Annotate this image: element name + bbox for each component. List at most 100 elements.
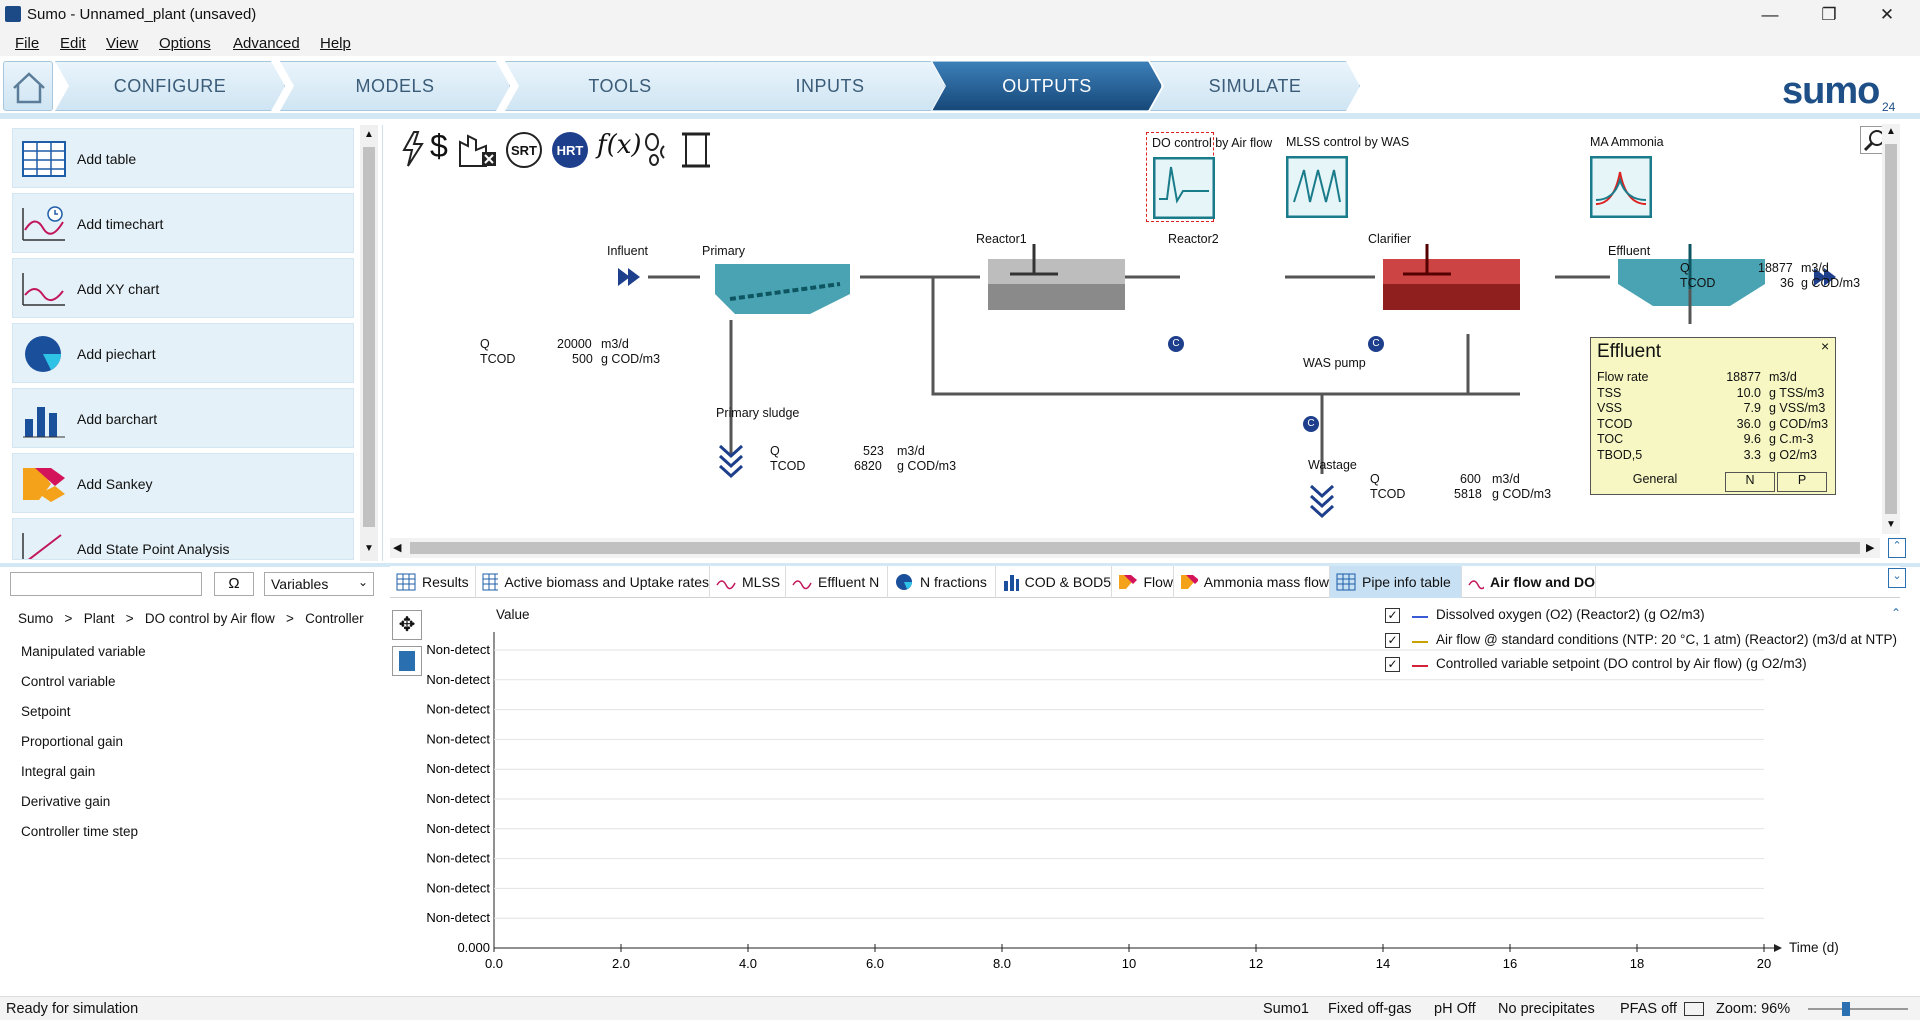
- x-tick-label: 4.0: [739, 956, 757, 971]
- add-sankey-button[interactable]: Add Sankey: [12, 453, 354, 513]
- tab-air-flow-and-do[interactable]: Air flow and DO: [1462, 566, 1596, 598]
- tab-inputs[interactable]: INPUTS: [715, 61, 945, 111]
- effluent-row-unit: g VSS/m3: [1769, 401, 1826, 415]
- effluent-tab-n[interactable]: N: [1725, 472, 1775, 492]
- collapse-up-button[interactable]: ⌃: [1888, 538, 1906, 558]
- menu-advanced[interactable]: Advanced: [233, 35, 300, 52]
- controller-badge[interactable]: C: [1303, 416, 1319, 432]
- variable-item[interactable]: Integral gain: [21, 764, 95, 779]
- collapse-down-button[interactable]: ⌄: [1888, 568, 1906, 588]
- variable-item[interactable]: Manipulated variable: [21, 644, 146, 659]
- scroll-down-arrow[interactable]: ▼: [364, 543, 374, 554]
- variable-item[interactable]: Proportional gain: [21, 734, 123, 749]
- clarifier-label[interactable]: Clarifier: [1368, 232, 1411, 246]
- search-input[interactable]: [10, 572, 202, 596]
- tab-mlss[interactable]: MLSS: [710, 566, 786, 598]
- zoom-slider[interactable]: [1808, 1008, 1908, 1010]
- legend-checkbox[interactable]: ✓: [1385, 657, 1400, 672]
- zoom-slider-thumb[interactable]: [1842, 1002, 1850, 1016]
- reactor2-label[interactable]: Reactor2: [1168, 232, 1219, 246]
- chart-plot[interactable]: Non-detect Non-detect Non-detect Non-detect…: [420, 620, 1820, 996]
- effluent-info-box[interactable]: Effluent × Flow rate 18877 m3/d TSS 10.0 g TS…: [1590, 337, 1836, 495]
- scroll-thumb[interactable]: [410, 542, 1860, 554]
- influent-label[interactable]: Influent: [607, 244, 648, 258]
- diagram-hscrollbar[interactable]: ◀ ▶: [390, 538, 1880, 558]
- breadcrumb-item[interactable]: DO control by Air flow: [145, 611, 275, 626]
- mail-icon[interactable]: [1684, 1002, 1704, 1016]
- tab-configure[interactable]: CONFIGURE: [55, 61, 285, 111]
- cursor-tool-button[interactable]: [392, 646, 422, 676]
- close-button[interactable]: ✕: [1864, 2, 1910, 28]
- minimize-button[interactable]: —: [1747, 2, 1793, 28]
- effluent-label[interactable]: Effluent: [1608, 244, 1650, 258]
- controller-badge[interactable]: C: [1168, 336, 1184, 352]
- scroll-thumb[interactable]: [363, 147, 375, 527]
- influent-tcod-unit: g COD/m3: [601, 352, 661, 366]
- add-barchart-button[interactable]: Add barchart: [12, 388, 354, 448]
- breadcrumb-item[interactable]: Sumo: [18, 611, 53, 626]
- variables-dropdown[interactable]: Variables ⌄: [264, 572, 374, 596]
- legend-collapse-button[interactable]: ⌃: [1891, 606, 1901, 620]
- tab-simulate[interactable]: SIMULATE: [1150, 61, 1360, 111]
- tab-pipe-info-table[interactable]: Pipe info table: [1330, 566, 1462, 598]
- effluent-tab-general[interactable]: General: [1595, 472, 1715, 492]
- add-piechart-button[interactable]: Add piechart: [12, 323, 354, 383]
- legend-checkbox[interactable]: ✓: [1385, 632, 1400, 648]
- maximize-button[interactable]: ❐: [1806, 2, 1852, 28]
- primary-sludge-label[interactable]: Primary sludge: [716, 406, 799, 420]
- tab-n-fractions[interactable]: N fractions: [888, 566, 996, 598]
- tab-tools[interactable]: TOOLS: [505, 61, 735, 111]
- tab-active-biomass[interactable]: Active biomass and Uptake rates: [476, 566, 710, 598]
- scroll-thumb[interactable]: [1885, 144, 1897, 514]
- scroll-up-arrow[interactable]: ▲: [1886, 126, 1896, 137]
- tab-results[interactable]: Results: [390, 566, 476, 598]
- legend-checkbox[interactable]: ✓: [1385, 608, 1400, 623]
- primary-label[interactable]: Primary: [702, 244, 745, 258]
- add-xy-chart-button[interactable]: Add XY chart: [12, 258, 354, 318]
- breadcrumb-item[interactable]: Controller: [305, 611, 364, 626]
- variable-item[interactable]: Control variable: [21, 674, 116, 689]
- x-tick-label: 6.0: [866, 956, 884, 971]
- menu-file[interactable]: File: [15, 35, 39, 52]
- timechart-icon: [792, 580, 812, 590]
- scroll-left-arrow[interactable]: ◀: [393, 541, 401, 554]
- tab-models[interactable]: MODELS: [280, 61, 510, 111]
- add-state-point-analysis-button[interactable]: Add State Point Analysis: [12, 518, 354, 560]
- scroll-down-arrow[interactable]: ▼: [1886, 519, 1896, 530]
- add-timechart-button[interactable]: Add timechart: [12, 193, 354, 253]
- plant-diagram[interactable]: $ SRT HRT f(x) DO control by Air flow ML…: [390, 124, 1902, 558]
- wastage-label[interactable]: Wastage: [1308, 458, 1357, 472]
- tab-cod-bod5[interactable]: COD & BOD5: [996, 566, 1112, 598]
- menu-help[interactable]: Help: [320, 35, 351, 52]
- scroll-up-arrow[interactable]: ▲: [364, 129, 374, 140]
- legend-swatch: [1412, 665, 1428, 667]
- scroll-right-arrow[interactable]: ▶: [1866, 541, 1874, 554]
- home-button[interactable]: [3, 61, 53, 111]
- effluent-row-unit: g COD/m3: [1769, 416, 1829, 431]
- tab-flow[interactable]: Flow: [1112, 566, 1174, 598]
- variable-item[interactable]: Derivative gain: [21, 794, 110, 809]
- tab-effluent-n[interactable]: Effluent N: [786, 566, 888, 598]
- menu-edit[interactable]: Edit: [60, 35, 86, 52]
- menu-view[interactable]: View: [106, 35, 138, 52]
- effluent-tab-p[interactable]: P: [1777, 472, 1827, 492]
- tab-outputs[interactable]: OUTPUTS: [932, 61, 1162, 111]
- reactor1-label[interactable]: Reactor1: [976, 232, 1027, 246]
- effluent-box-close[interactable]: ×: [1821, 338, 1829, 354]
- add-table-button[interactable]: Add table: [12, 128, 354, 188]
- ps-q-label: Q: [770, 444, 780, 458]
- x-tick-label: 18: [1630, 956, 1644, 971]
- diagram-vscrollbar[interactable]: ▲ ▼: [1882, 124, 1900, 534]
- tab-ammonia-mass-flow[interactable]: Ammonia mass flow: [1174, 566, 1330, 598]
- table-icon: [22, 141, 66, 177]
- was-pump-label[interactable]: WAS pump: [1303, 356, 1366, 370]
- tools-scrollbar[interactable]: ▲ ▼: [360, 125, 378, 561]
- omega-button[interactable]: Ω: [214, 572, 254, 596]
- controller-badge[interactable]: C: [1368, 336, 1384, 352]
- pan-tool-button[interactable]: ✥: [392, 610, 422, 640]
- breadcrumb-item[interactable]: Plant: [84, 611, 115, 626]
- variable-item[interactable]: Controller time step: [21, 824, 138, 839]
- menu-options[interactable]: Options: [159, 35, 211, 52]
- variable-item[interactable]: Setpoint: [21, 704, 71, 719]
- ps-tcod-label: TCOD: [770, 459, 806, 473]
